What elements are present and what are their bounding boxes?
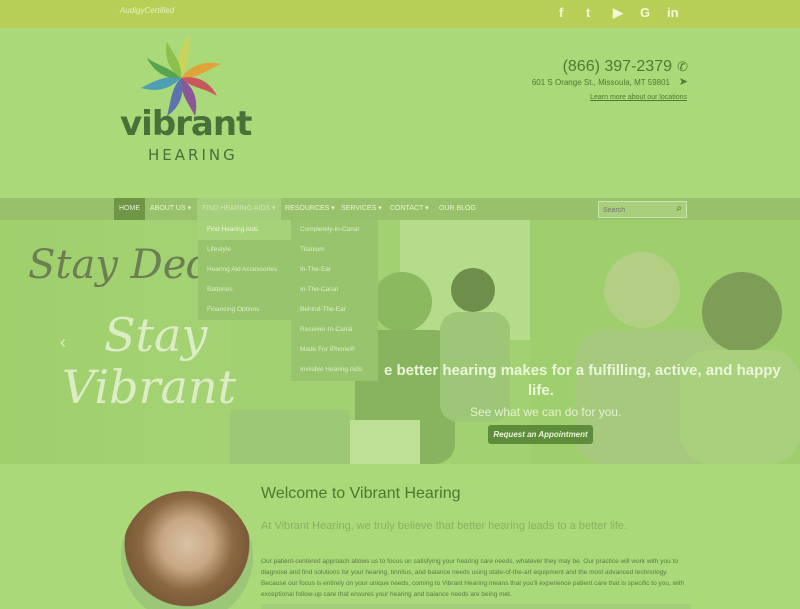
nav-find-hearing-aids[interactable]: FIND HEARING AIDS ▾ xyxy=(197,198,281,220)
hero-script-vibrant: Vibrant xyxy=(62,360,237,414)
dropdown-item-itc[interactable]: In-The-Canal xyxy=(291,280,378,300)
linkedin-icon[interactable]: in xyxy=(667,5,679,20)
dropdown-item-made-for-iphone[interactable]: Made For iPhone® xyxy=(291,340,378,360)
location-arrow-icon: ➤ xyxy=(678,76,688,88)
dropdown-item-invisible[interactable]: Invisible Hearing Aids xyxy=(291,360,378,380)
welcome-body: Our patient-centered approach allows us … xyxy=(261,558,685,598)
search-icon[interactable]: ⌕ xyxy=(676,203,682,214)
dropdown-item-titanium[interactable]: Titanium xyxy=(291,240,378,260)
dropdown-item-ric[interactable]: Receiver-In-Canal xyxy=(291,320,378,340)
dropdown-item-ite[interactable]: In-The-Ear xyxy=(291,260,378,280)
nav-about-us[interactable]: ABOUT US ▾ xyxy=(145,198,196,220)
welcome-title: Welcome to Vibrant Hearing xyxy=(261,485,461,502)
hero-headline: e better hearing makes for a fulfilling,… xyxy=(384,362,781,379)
nav-home[interactable]: HOME xyxy=(114,198,145,220)
logo-wordmark[interactable]: vibrant xyxy=(120,104,252,144)
locations-link[interactable]: Learn more about our locations xyxy=(590,94,687,101)
hearing-aid-styles-dropdown: Completely-in-Canal Titanium In-The-Ear … xyxy=(291,220,378,381)
audigy-certified-badge[interactable]: AudigyCertified xyxy=(120,6,174,15)
logo-subtitle: HEARING xyxy=(148,146,238,164)
carousel-prev-icon[interactable]: ‹ xyxy=(60,332,66,353)
dropdown-item-financing[interactable]: Financing Options xyxy=(198,300,291,320)
youtube-icon[interactable]: ▶ xyxy=(613,5,623,21)
welcome-subtitle: At Vibrant Hearing, we truly believe tha… xyxy=(261,520,628,532)
nav-services[interactable]: SERVICES ▾ xyxy=(336,198,387,220)
nav-contact[interactable]: CONTACT ▾ xyxy=(385,198,434,220)
welcome-more-text xyxy=(261,604,691,609)
request-appointment-button[interactable]: Request an Appointment xyxy=(488,425,593,444)
find-hearing-aids-dropdown: Find Hearing Aids Lifestyle Hearing Aid … xyxy=(198,220,291,320)
search-input[interactable] xyxy=(603,204,669,216)
dropdown-item-batteries[interactable]: Batteries xyxy=(198,280,291,300)
phone-icon: ✆ xyxy=(677,59,688,74)
dropdown-item-find-hearing-aids[interactable]: Find Hearing Aids xyxy=(198,220,291,240)
hero-headline-end: life. xyxy=(528,382,554,399)
hero-subline: See what we can do for you. xyxy=(470,405,622,419)
address: 601 S Orange St., Missoula, MT 59801 xyxy=(531,78,670,87)
nav-resources[interactable]: RESOURCES ▾ xyxy=(280,198,340,220)
search-box: ⌕ xyxy=(598,201,687,218)
dropdown-item-bte[interactable]: Behind-The-Ear xyxy=(291,300,378,320)
hero-script-stay: Stay xyxy=(104,308,208,362)
top-bar: AudigyCertified f t ▶ G in xyxy=(0,0,800,28)
twitter-icon[interactable]: t xyxy=(586,5,590,20)
nav-our-blog[interactable]: OUR BLOG xyxy=(434,198,481,220)
phone-number[interactable]: (866) 397-2379 xyxy=(563,58,672,76)
dropdown-item-cic[interactable]: Completely-in-Canal xyxy=(291,220,378,240)
hero-banner: Stay Ded Stay Vibrant ‹ e better hearing… xyxy=(0,220,800,464)
dropdown-item-lifestyle[interactable]: Lifestyle xyxy=(198,240,291,260)
facebook-icon[interactable]: f xyxy=(559,5,563,20)
dropdown-item-accessories[interactable]: Hearing Aid Accessories xyxy=(198,260,291,280)
google-icon[interactable]: G xyxy=(640,5,650,20)
hero-script-stay-dedicated: Stay Ded xyxy=(28,242,212,288)
